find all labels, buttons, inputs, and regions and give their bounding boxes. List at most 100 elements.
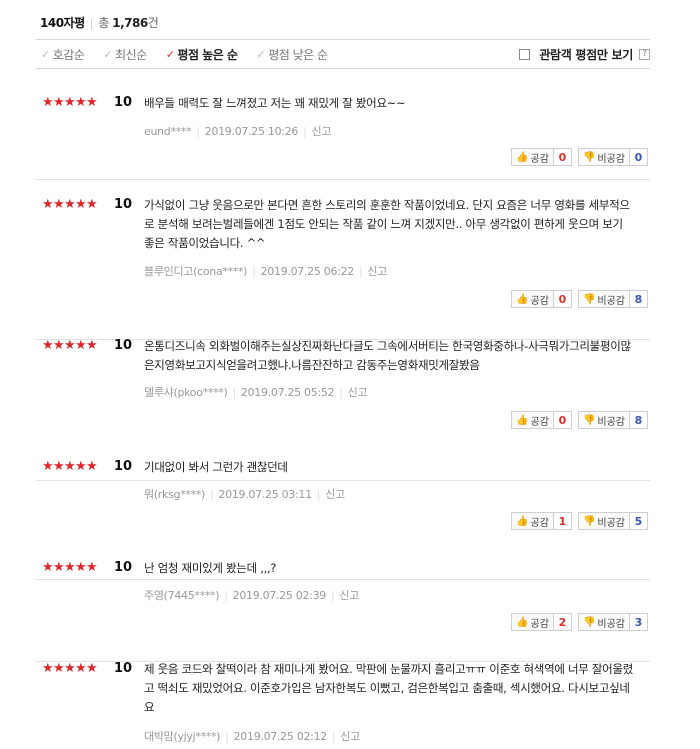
review-item: ★ ★ ★ ★ ★ 10 난 엄청 재미있게 봤는데 ,,,? 주영(7445****) | 20… [36,560,650,662]
like-label-wrap: 👍 공감 [512,149,553,165]
rating-stars: ★ ★ ★ ★ ★ [42,560,98,575]
report-link[interactable]: 신고 [312,125,332,138]
meta-divider: | [232,386,236,399]
like-count: 0 [552,149,571,165]
report-link[interactable]: 신고 [340,730,360,743]
thumbs-up-icon: 👍 [516,616,529,628]
rating-score: 10 [114,661,133,676]
dislike-button[interactable]: 👎 비공감 3 [577,613,648,631]
thumbs-up-icon: 👍 [516,293,529,305]
review-text: 가식없이 그냥 웃음으로만 본다면 흔한 스토리의 훈훈한 작품이었네요. 단지… [144,198,630,250]
report-link[interactable]: 신고 [325,488,345,501]
dislike-count: 8 [629,412,647,428]
thumbs-up-icon: 👍 [516,414,529,426]
sort-rating-low[interactable]: ✓ 평점 낮은 순 [256,46,328,63]
dislike-button[interactable]: 👎 비공감 8 [577,411,648,429]
star-icon: ★ [53,661,65,676]
review-meta: 대박맘(yjyj****) | 2019.07.25 02:12 | 신고 [144,728,360,744]
star-icon: ★ [53,197,65,212]
like-button[interactable]: 👍 공감 0 [511,411,572,429]
meta-divider: | [252,265,256,278]
vote-buttons: 👍 공감 1 👎 비공감 5 [511,512,648,530]
meta-divider: | [331,589,335,602]
sort-likes[interactable]: ✓ 호감순 [41,46,85,63]
rating-score: 10 [114,338,133,353]
like-button[interactable]: 👍 공감 2 [511,613,572,631]
rating-score: 10 [114,560,133,575]
like-button[interactable]: 👍 공감 0 [511,290,572,308]
star-icon: ★ [64,560,76,575]
review-item: ★ ★ ★ ★ ★ 10 배우들 매력도 잘 느껴졌고 저는 꽤 재밌게 잘 봤어요~~ eu… [36,95,650,180]
review-meta: 주영(7445****) | 2019.07.25 02:39 | 신고 [144,587,359,603]
review-date: 2019.07.25 10:26 [204,125,299,138]
like-label: 공감 [530,295,549,307]
meta-divider: | [339,386,343,399]
dislike-count: 0 [629,149,647,165]
review-author[interactable]: 주영(7445****) [144,589,220,602]
like-button[interactable]: 👍 공감 1 [511,512,572,530]
dislike-label-wrap: 👎 비공감 [579,412,629,428]
like-button[interactable]: 👍 공감 0 [511,148,572,166]
check-icon: ✓ [165,47,175,61]
star-icon: ★ [64,338,76,353]
star-icon: ★ [42,95,54,110]
meta-divider: | [358,265,363,278]
star-icon: ★ [64,459,76,474]
meta-divider: | [196,125,200,138]
rating-stars: ★ ★ ★ ★ ★ [42,95,98,110]
review-item: ★ ★ ★ ★ ★ 10 제 웃음 코드와 찰떡이라 참 재미나게 봤어요. 막판에 눈물까… [36,661,650,749]
star-icon: ★ [53,95,65,110]
review-text: 제 웃음 코드와 찰떡이라 참 재미나게 봤어요. 막판에 눈물까지 흘리고ㅠㅠ… [144,662,634,714]
help-icon[interactable]: ? [639,48,650,60]
report-link[interactable]: 신고 [339,589,359,602]
rating-score: 10 [114,459,133,474]
dislike-button[interactable]: 👎 비공감 0 [577,148,648,166]
review-author[interactable]: 뭐(rksg****) [144,488,205,501]
viewer-only-toggle[interactable]: 관람객 평점만 보기 ? [519,46,650,63]
rating-stars: ★ ★ ★ ★ ★ [42,197,98,212]
review-author[interactable]: eund**** [144,125,192,138]
review-meta: 블루인디고(cona****) | 2019.07.25 06:22 | 신고 [144,263,387,279]
review-date: 2019.07.25 05:52 [240,386,335,399]
star-icon: ★ [75,197,87,212]
like-count: 0 [552,412,571,428]
like-label: 공감 [530,517,549,529]
dislike-button[interactable]: 👎 비공감 8 [577,290,648,308]
viewer-only-checkbox[interactable] [519,48,531,60]
check-icon: ✓ [256,47,266,61]
sort-recent[interactable]: ✓ 최신순 [103,46,147,63]
meta-divider: | [316,488,321,501]
report-link[interactable]: 신고 [348,386,368,399]
check-icon: ✓ [41,47,50,61]
sort-bar: ✓ 호감순 ✓ 최신순 ✓ 평점 높은 순 ✓ 평점 낮은 순 관람객 평점만 … [36,39,650,69]
dislike-label: 비공감 [597,295,625,307]
star-icon: ★ [86,661,98,676]
total-suffix: 건 [147,16,159,30]
sort-rating-high[interactable]: ✓ 평점 높은 순 [166,46,238,63]
star-icon: ★ [75,560,87,575]
like-label-wrap: 👍 공감 [512,513,553,529]
meta-divider: | [225,730,229,743]
like-label: 공감 [530,153,549,165]
sort-recent-label: 최신순 [115,47,147,62]
vote-buttons: 👍 공감 2 👎 비공감 3 [511,613,648,631]
review-author[interactable]: 대박맘(yjyj****) [144,730,220,743]
vote-buttons: 👍 공감 0 👎 비공감 8 [511,411,648,429]
meta-divider: | [331,730,336,743]
dislike-button[interactable]: 👎 비공감 5 [577,512,648,530]
thumbs-down-icon: 👎 [582,515,596,527]
review-author[interactable]: 블루인디고(cona****) [144,265,247,278]
review-text: 기대없이 봐서 그런가 괜찮던데 [144,460,288,474]
review-author[interactable]: 델루샤(pkoo****) [144,386,228,399]
sort-rating-high-label: 평점 높은 순 [177,47,238,62]
dislike-label: 비공감 [597,416,625,428]
dislike-count: 5 [629,513,647,529]
star-icon: ★ [86,95,98,110]
report-link[interactable]: 신고 [367,265,387,278]
rating-score: 10 [114,197,133,212]
star-icon: ★ [86,338,98,353]
thumbs-down-icon: 👎 [582,293,596,305]
star-icon: ★ [42,338,54,353]
thumbs-down-icon: 👎 [582,151,596,163]
thumbs-down-icon: 👎 [582,414,596,426]
